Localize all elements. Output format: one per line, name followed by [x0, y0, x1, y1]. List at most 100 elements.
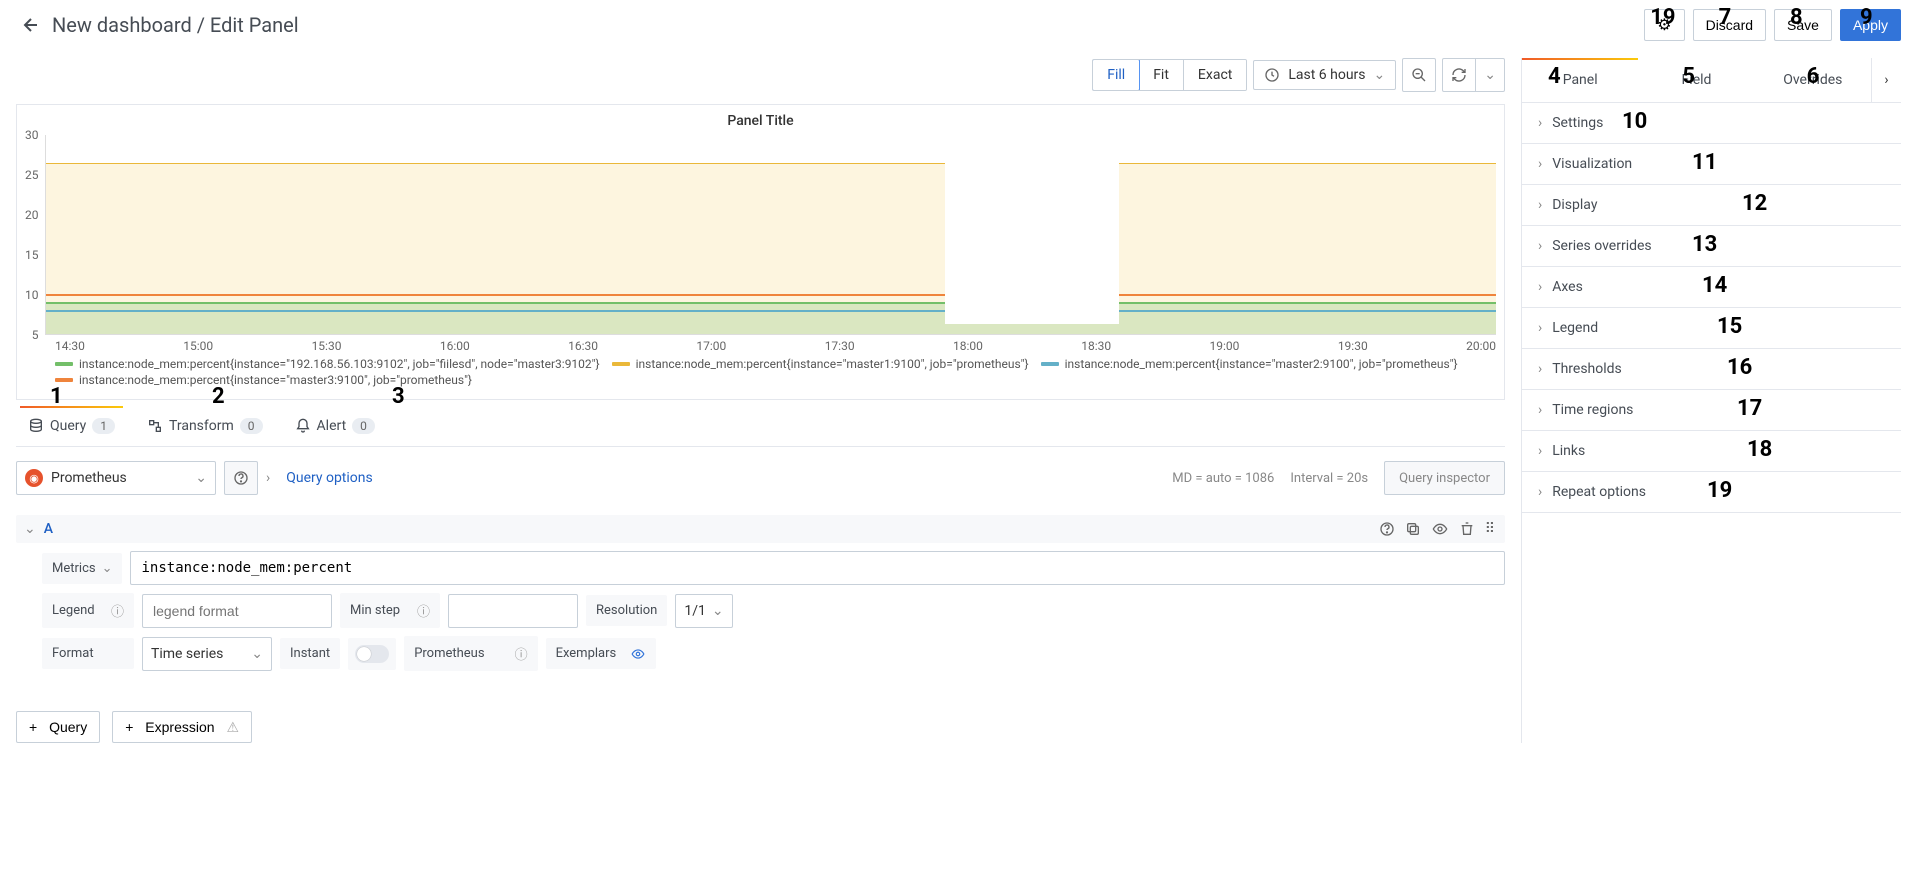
query-row-header[interactable]: ⌄ A ⠿ [16, 515, 1505, 543]
annotation-12: 12 [1742, 191, 1767, 216]
chart-plot[interactable] [45, 135, 1497, 335]
zoom-out-button[interactable] [1402, 58, 1436, 92]
annotation-11: 11 [1692, 150, 1717, 175]
chart-legend: instance:node_mem:percent{instance="192.… [25, 353, 1496, 391]
format-select[interactable]: Time series⌄ [142, 637, 272, 671]
tab-count: 1 [92, 418, 115, 434]
datasource-select[interactable]: ◉ Prometheus ⌄ [16, 461, 216, 495]
refresh-button-group: ⌄ [1442, 58, 1505, 92]
tab-label: Query [50, 418, 86, 434]
help-icon[interactable] [1379, 521, 1395, 537]
legend-item[interactable]: instance:node_mem:percent{instance="192.… [55, 357, 600, 371]
right-tab-overrides[interactable]: Overrides 6 [1755, 58, 1871, 102]
datasource-help-button[interactable] [224, 461, 258, 495]
fit-segment[interactable]: Fit [1139, 60, 1184, 90]
annotation-15: 15 [1717, 314, 1742, 339]
x-axis: 14:30 15:00 15:30 16:00 16:30 17:00 17:3… [25, 339, 1496, 353]
annotation-18: 18 [1747, 437, 1772, 462]
save-button[interactable]: Save [1774, 9, 1832, 41]
bell-icon [295, 418, 311, 434]
section-links[interactable]: › Links 18 [1522, 431, 1901, 472]
tab-alert[interactable]: Alert 0 [287, 408, 383, 446]
section-settings[interactable]: › Settings 10 [1522, 103, 1901, 144]
back-arrow-icon[interactable] [16, 13, 40, 37]
exemplars-label: Exemplars [546, 638, 657, 669]
query-inspector-button[interactable]: Query inspector [1384, 461, 1505, 495]
chevron-right-icon: › [1538, 279, 1542, 295]
chart-panel: Panel Title 30 25 20 15 10 5 [16, 104, 1505, 400]
time-range-picker[interactable]: Last 6 hours ⌄ [1253, 60, 1396, 90]
duplicate-icon[interactable] [1405, 521, 1421, 537]
section-legend[interactable]: › Legend 15 [1522, 308, 1901, 349]
plus-icon: + [125, 719, 133, 735]
chevron-down-icon: ⌄ [24, 521, 36, 537]
section-series-overrides[interactable]: › Series overrides 13 [1522, 226, 1901, 267]
drag-handle-icon[interactable]: ⠿ [1485, 521, 1497, 537]
tab-label: Alert [317, 418, 347, 434]
annotation-13: 13 [1692, 232, 1717, 257]
interval-info: Interval = 20s [1290, 471, 1368, 486]
query-options-link[interactable]: Query options [286, 470, 373, 486]
legend-item[interactable]: instance:node_mem:percent{instance="mast… [1041, 357, 1458, 371]
prometheus-icon: ◉ [25, 469, 43, 487]
tab-label: Transform [169, 418, 234, 434]
annotation-10: 10 [1622, 109, 1647, 134]
fill-segment[interactable]: Fill [1092, 59, 1140, 91]
panel-settings-button[interactable]: ⚙ [1644, 9, 1684, 41]
exact-segment[interactable]: Exact [1184, 60, 1246, 90]
info-icon[interactable]: ⓘ [515, 644, 528, 663]
section-repeat-options[interactable]: › Repeat options 19 [1522, 472, 1901, 513]
section-time-regions[interactable]: › Time regions 17 [1522, 390, 1901, 431]
add-query-button[interactable]: + Query [16, 711, 100, 743]
gear-icon: ⚙ [1657, 15, 1671, 35]
legend-item[interactable]: instance:node_mem:percent{instance="mast… [55, 373, 472, 387]
visibility-icon[interactable] [1431, 521, 1449, 537]
annotation-19: 19 [1707, 478, 1732, 503]
resolution-select[interactable]: 1/1⌄ [675, 594, 732, 628]
chevron-right-icon[interactable]: › [266, 470, 270, 486]
eye-icon[interactable] [630, 647, 646, 661]
chevron-down-icon: ⌄ [1484, 67, 1496, 83]
instant-toggle[interactable] [355, 645, 389, 663]
chevron-right-icon: › [1538, 197, 1542, 213]
minstep-label: Min stepⓘ [340, 593, 440, 628]
section-display[interactable]: › Display 12 [1522, 185, 1901, 226]
warning-icon: ⚠ [226, 719, 239, 736]
chevron-right-icon: › [1538, 115, 1542, 131]
info-icon[interactable]: ⓘ [111, 601, 124, 620]
chevron-right-icon: › [1538, 156, 1542, 172]
tab-count: 0 [352, 418, 375, 434]
metrics-input[interactable] [130, 551, 1505, 585]
metrics-label[interactable]: Metrics ⌄ [42, 553, 122, 584]
resolution-label: Resolution [586, 595, 667, 626]
datasource-name: Prometheus [51, 470, 127, 486]
instant-label: Instant [280, 638, 340, 669]
refresh-interval-dropdown[interactable]: ⌄ [1476, 59, 1504, 91]
minstep-input[interactable] [448, 594, 578, 628]
apply-button[interactable]: Apply [1840, 9, 1901, 41]
discard-button[interactable]: Discard [1693, 9, 1766, 41]
legend-item[interactable]: instance:node_mem:percent{instance="mast… [612, 357, 1029, 371]
tab-transform[interactable]: Transform 0 [139, 408, 271, 446]
legend-input[interactable] [142, 594, 332, 628]
annotation-17: 17 [1737, 396, 1762, 421]
tab-query[interactable]: Query 1 [20, 408, 123, 446]
section-thresholds[interactable]: › Thresholds 16 [1522, 349, 1901, 390]
time-range-label: Last 6 hours [1288, 67, 1365, 83]
clock-icon [1264, 67, 1280, 83]
transform-icon [147, 418, 163, 434]
section-visualization[interactable]: › Visualization 11 [1522, 144, 1901, 185]
instant-toggle-wrap [348, 638, 396, 670]
lower-tabs: Query 1 1 Transform 0 2 Alert 0 3 [16, 408, 1505, 447]
section-axes[interactable]: › Axes 14 [1522, 267, 1901, 308]
right-tab-panel[interactable]: Panel 4 [1522, 58, 1638, 102]
add-expression-button[interactable]: + Expression ⚠ [112, 711, 252, 743]
annotation-4: 4 [1548, 64, 1561, 89]
fit-mode-group: Fill Fit Exact [1092, 59, 1247, 91]
collapse-sidebar-button[interactable]: › [1871, 58, 1901, 102]
trash-icon[interactable] [1459, 521, 1475, 537]
info-icon[interactable]: ⓘ [417, 601, 430, 620]
right-tab-field[interactable]: Field 5 [1638, 58, 1754, 102]
refresh-button[interactable] [1443, 59, 1476, 91]
database-icon [28, 418, 44, 434]
